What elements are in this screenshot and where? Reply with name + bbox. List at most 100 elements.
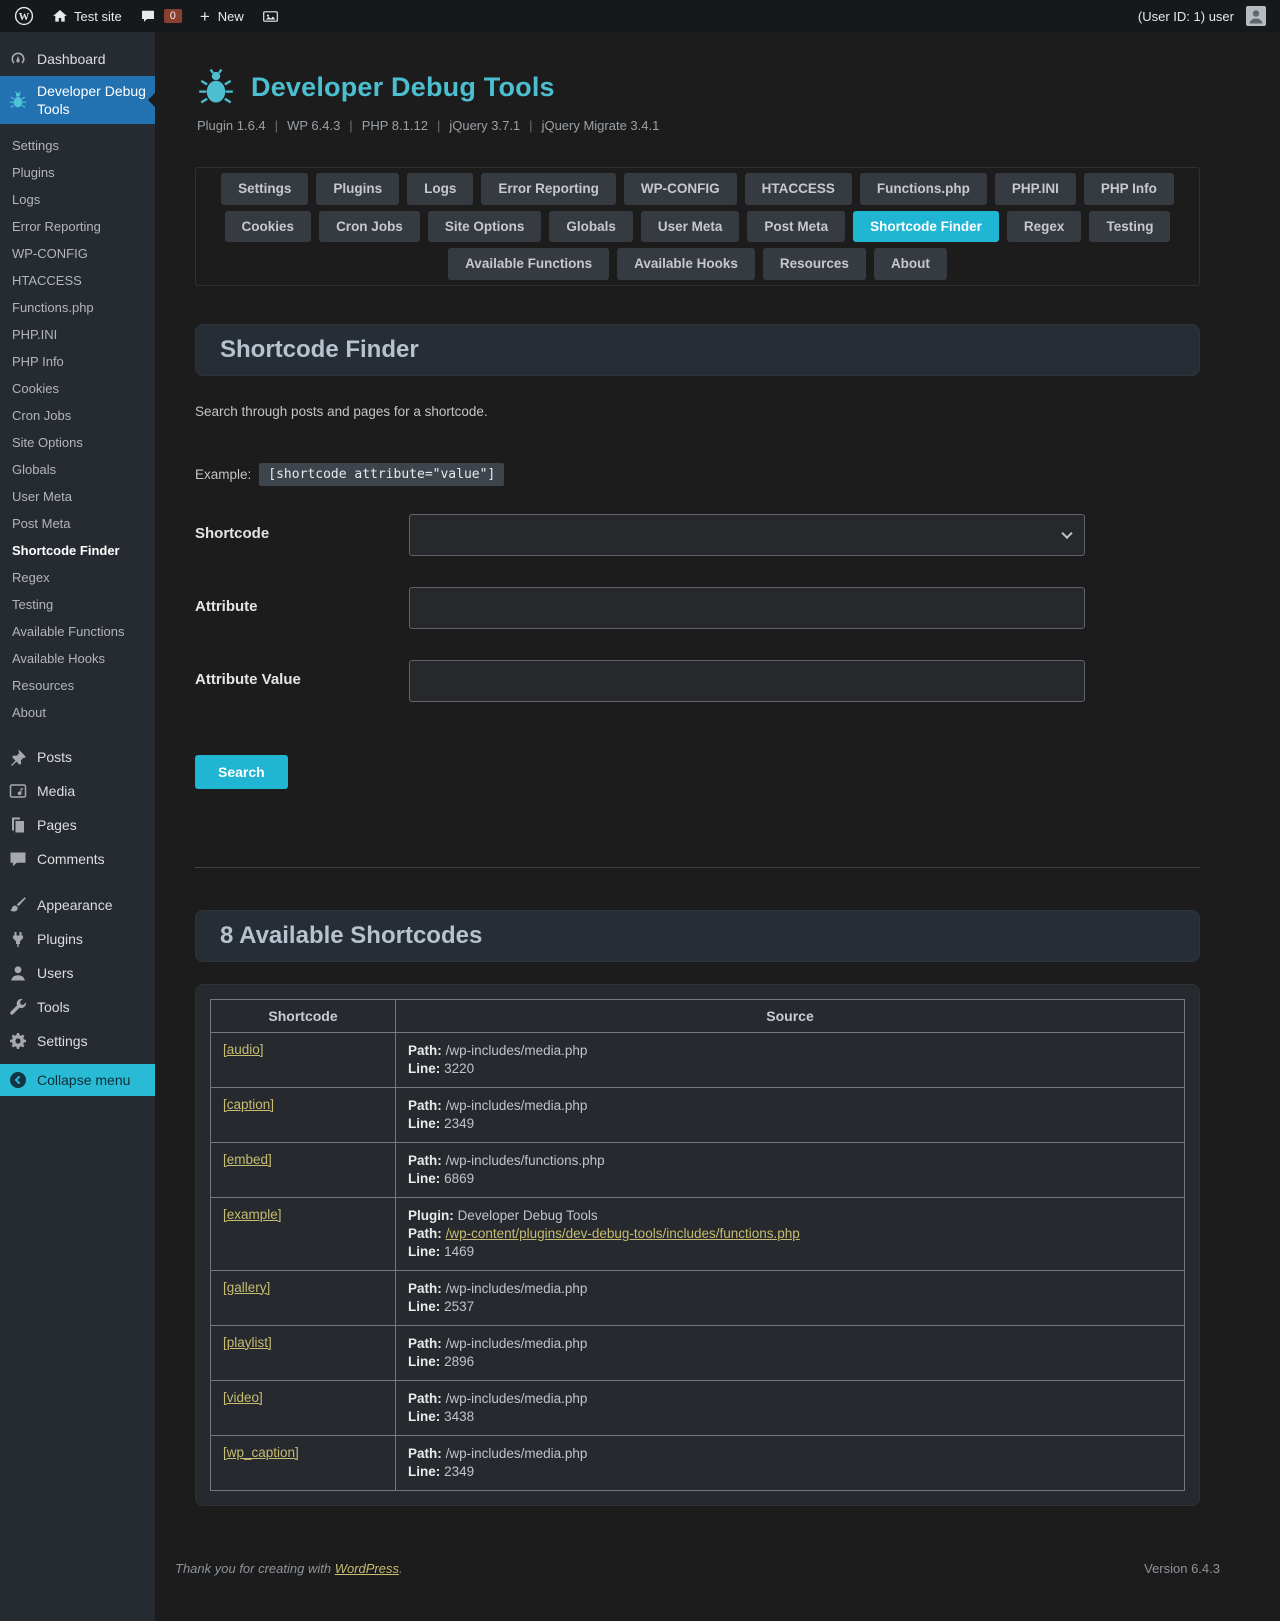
sidebar-item-users[interactable]: Users [0,956,155,990]
sidebar-item-label: Developer Debug Tools [37,82,147,118]
tab-testing[interactable]: Testing [1089,211,1170,243]
sidebar-subitem-plugins[interactable]: Plugins [0,159,155,186]
table-row: [gallery]Path: /wp-includes/media.phpLin… [211,1270,1185,1325]
tab-wp-config[interactable]: WP-CONFIG [624,173,737,205]
sidebar-subitem-regex[interactable]: Regex [0,564,155,591]
table-row: [audio]Path: /wp-includes/media.phpLine:… [211,1032,1185,1087]
account-label: (User ID: 1) user [1138,9,1234,24]
source-path-link[interactable]: /wp-content/plugins/dev-debug-tools/incl… [446,1226,800,1241]
meta-item: PHP 8.1.12 [362,118,428,133]
collapse-icon [8,1070,28,1090]
shortcode-link-gallery[interactable]: [gallery] [223,1280,270,1295]
attribute-value-input[interactable] [409,660,1085,702]
tab-php-ini[interactable]: PHP.INI [995,173,1076,205]
tab-globals[interactable]: Globals [549,211,633,243]
sidebar-subitem-php-ini[interactable]: PHP.INI [0,321,155,348]
wordpress-link[interactable]: WordPress [335,1561,399,1576]
sidebar-subitem-about[interactable]: About [0,699,155,726]
tab-plugins[interactable]: Plugins [316,173,399,205]
shortcode-link-playlist[interactable]: [playlist] [223,1335,272,1350]
sidebar-subitem-post-meta[interactable]: Post Meta [0,510,155,537]
sidebar-item-pages[interactable]: Pages [0,808,155,842]
sidebar-subitem-php-info[interactable]: PHP Info [0,348,155,375]
tab-shortcode-finder[interactable]: Shortcode Finder [853,211,999,243]
brush-icon [8,895,28,915]
account-menu[interactable]: (User ID: 1) user [1138,6,1266,26]
collapse-menu-button[interactable]: Collapse menu [0,1064,155,1096]
sidebar-subitem-shortcode-finder[interactable]: Shortcode Finder [0,537,155,564]
main-content: Developer Debug Tools Plugin 1.6.4|WP 6.… [155,32,1280,1621]
sidebar-subitem-functions-php[interactable]: Functions.php [0,294,155,321]
shortcode-link-embed[interactable]: [embed] [223,1152,272,1167]
tab-cookies[interactable]: Cookies [225,211,312,243]
search-button[interactable]: Search [195,755,288,789]
site-name: Test site [74,9,122,24]
shortcodes-table: Shortcode Source [audio]Path: /wp-includ… [210,999,1185,1491]
tab-user-meta[interactable]: User Meta [641,211,740,243]
sidebar-item-tools[interactable]: Tools [0,990,155,1024]
tab-resources[interactable]: Resources [763,248,866,280]
bug-icon [8,90,28,110]
sidebar-subitem-cron-jobs[interactable]: Cron Jobs [0,402,155,429]
sidebar-subitem-available-hooks[interactable]: Available Hooks [0,645,155,672]
sidebar-subitem-user-meta[interactable]: User Meta [0,483,155,510]
attribute-input[interactable] [409,587,1085,629]
tab-site-options[interactable]: Site Options [428,211,542,243]
sidebar-item-appearance[interactable]: Appearance [0,888,155,922]
shortcode-select[interactable] [409,514,1085,556]
meta-item: WP 6.4.3 [287,118,340,133]
sidebar-subitem-wp-config[interactable]: WP-CONFIG [0,240,155,267]
wp-logo-icon[interactable]: W [14,6,34,26]
admin-footer: Thank you for creating with WordPress. V… [175,1561,1220,1598]
sidebar-subitem-site-options[interactable]: Site Options [0,429,155,456]
sidebar-item-developer-debug-tools[interactable]: Developer Debug Tools [0,76,155,124]
page-title: Developer Debug Tools [251,72,555,103]
shortcode-link-audio[interactable]: [audio] [223,1042,264,1057]
sidebar-item-comments[interactable]: Comments [0,842,155,876]
tab-htaccess[interactable]: HTACCESS [745,173,852,205]
comments-menu[interactable]: 0 [140,8,182,24]
sidebar-item-plugins[interactable]: Plugins [0,922,155,956]
tab-about[interactable]: About [874,248,947,280]
sidebar-item-dashboard[interactable]: Dashboard [0,42,155,76]
sidebar-item-settings[interactable]: Settings [0,1024,155,1058]
sidebar-subitem-cookies[interactable]: Cookies [0,375,155,402]
tab-regex[interactable]: Regex [1007,211,1082,243]
sidebar-item-posts[interactable]: Posts [0,740,155,774]
sidebar-subitem-logs[interactable]: Logs [0,186,155,213]
source-line: Plugin: Developer Debug Tools [408,1207,1172,1225]
tab-cron-jobs[interactable]: Cron Jobs [319,211,420,243]
tab-php-info[interactable]: PHP Info [1084,173,1174,205]
tab-available-functions[interactable]: Available Functions [448,248,609,280]
tab-error-reporting[interactable]: Error Reporting [481,173,616,205]
site-menu[interactable]: Test site [52,8,122,24]
attribute-label: Attribute [195,587,409,629]
sidebar-subitem-settings[interactable]: Settings [0,132,155,159]
meta-item: Plugin 1.6.4 [197,118,266,133]
meta-item: jQuery Migrate 3.4.1 [542,118,660,133]
divider [195,867,1200,868]
screen-button[interactable] [262,8,279,25]
source-line: Line: 3220 [408,1060,1172,1078]
shortcode-link-wp-caption[interactable]: [wp_caption] [223,1445,299,1460]
sidebar-subitem-htaccess[interactable]: HTACCESS [0,267,155,294]
source-line: Path: /wp-includes/functions.php [408,1152,1172,1170]
collapse-menu-label: Collapse menu [37,1072,130,1088]
tab-logs[interactable]: Logs [407,173,473,205]
sidebar-subitem-globals[interactable]: Globals [0,456,155,483]
tab-settings[interactable]: Settings [221,173,308,205]
shortcode-link-example[interactable]: [example] [223,1207,282,1222]
sidebar-subitem-resources[interactable]: Resources [0,672,155,699]
sidebar-item-media[interactable]: Media [0,774,155,808]
tab-post-meta[interactable]: Post Meta [747,211,845,243]
sidebar-subitem-testing[interactable]: Testing [0,591,155,618]
tab-functions-php[interactable]: Functions.php [860,173,987,205]
sidebar-subitem-error-reporting[interactable]: Error Reporting [0,213,155,240]
shortcode-link-video[interactable]: [video] [223,1390,263,1405]
new-menu[interactable]: + New [200,8,244,25]
shortcode-link-caption[interactable]: [caption] [223,1097,274,1112]
tab-available-hooks[interactable]: Available Hooks [617,248,755,280]
example-line: Example: [shortcode attribute="value"] [195,463,1200,486]
sidebar-subitem-available-functions[interactable]: Available Functions [0,618,155,645]
home-icon [52,8,68,24]
